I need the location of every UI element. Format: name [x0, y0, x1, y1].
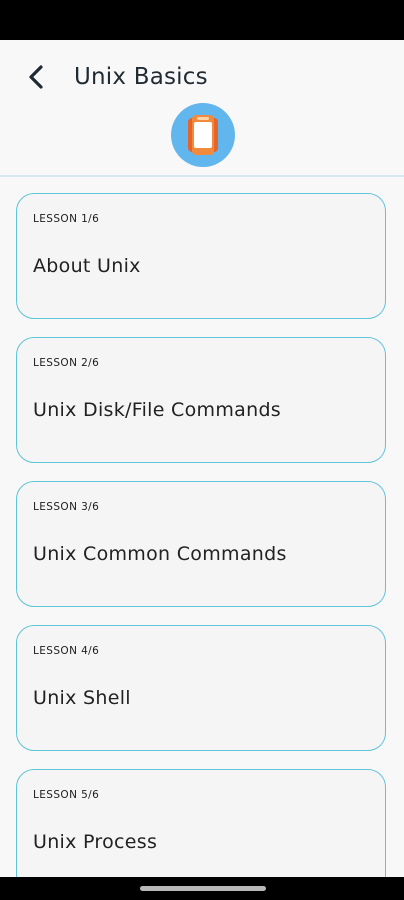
lesson-number: LESSON 4/6	[33, 645, 100, 657]
home-gesture-handle[interactable]	[140, 886, 266, 891]
lesson-title: Unix Process	[33, 831, 158, 853]
lesson-title: Unix Common Commands	[33, 543, 287, 565]
lesson-card-2[interactable]: LESSON 2/6 Unix Disk/File Commands	[16, 337, 386, 463]
arrow-back-icon	[29, 65, 43, 89]
page-title: Unix Basics	[74, 64, 208, 90]
lesson-number: LESSON 5/6	[33, 789, 100, 801]
system-nav-bar	[0, 877, 404, 900]
lesson-card-4[interactable]: LESSON 4/6 Unix Shell	[16, 625, 386, 751]
lesson-number: LESSON 1/6	[33, 213, 100, 225]
lesson-list: LESSON 1/6 About Unix LESSON 2/6 Unix Di…	[0, 177, 404, 877]
app-logo-icon	[171, 103, 235, 167]
lesson-number: LESSON 3/6	[33, 501, 100, 513]
back-button[interactable]	[22, 62, 52, 92]
lesson-card-5[interactable]: LESSON 5/6 Unix Process	[16, 769, 386, 877]
lesson-title: About Unix	[33, 255, 141, 277]
lesson-title: Unix Shell	[33, 687, 131, 709]
lesson-title: Unix Disk/File Commands	[33, 399, 282, 421]
status-bar	[0, 0, 404, 40]
lesson-number: LESSON 2/6	[33, 357, 100, 369]
lesson-card-3[interactable]: LESSON 3/6 Unix Common Commands	[16, 481, 386, 607]
app-header: Unix Basics	[0, 40, 404, 177]
lesson-card-1[interactable]: LESSON 1/6 About Unix	[16, 193, 386, 319]
